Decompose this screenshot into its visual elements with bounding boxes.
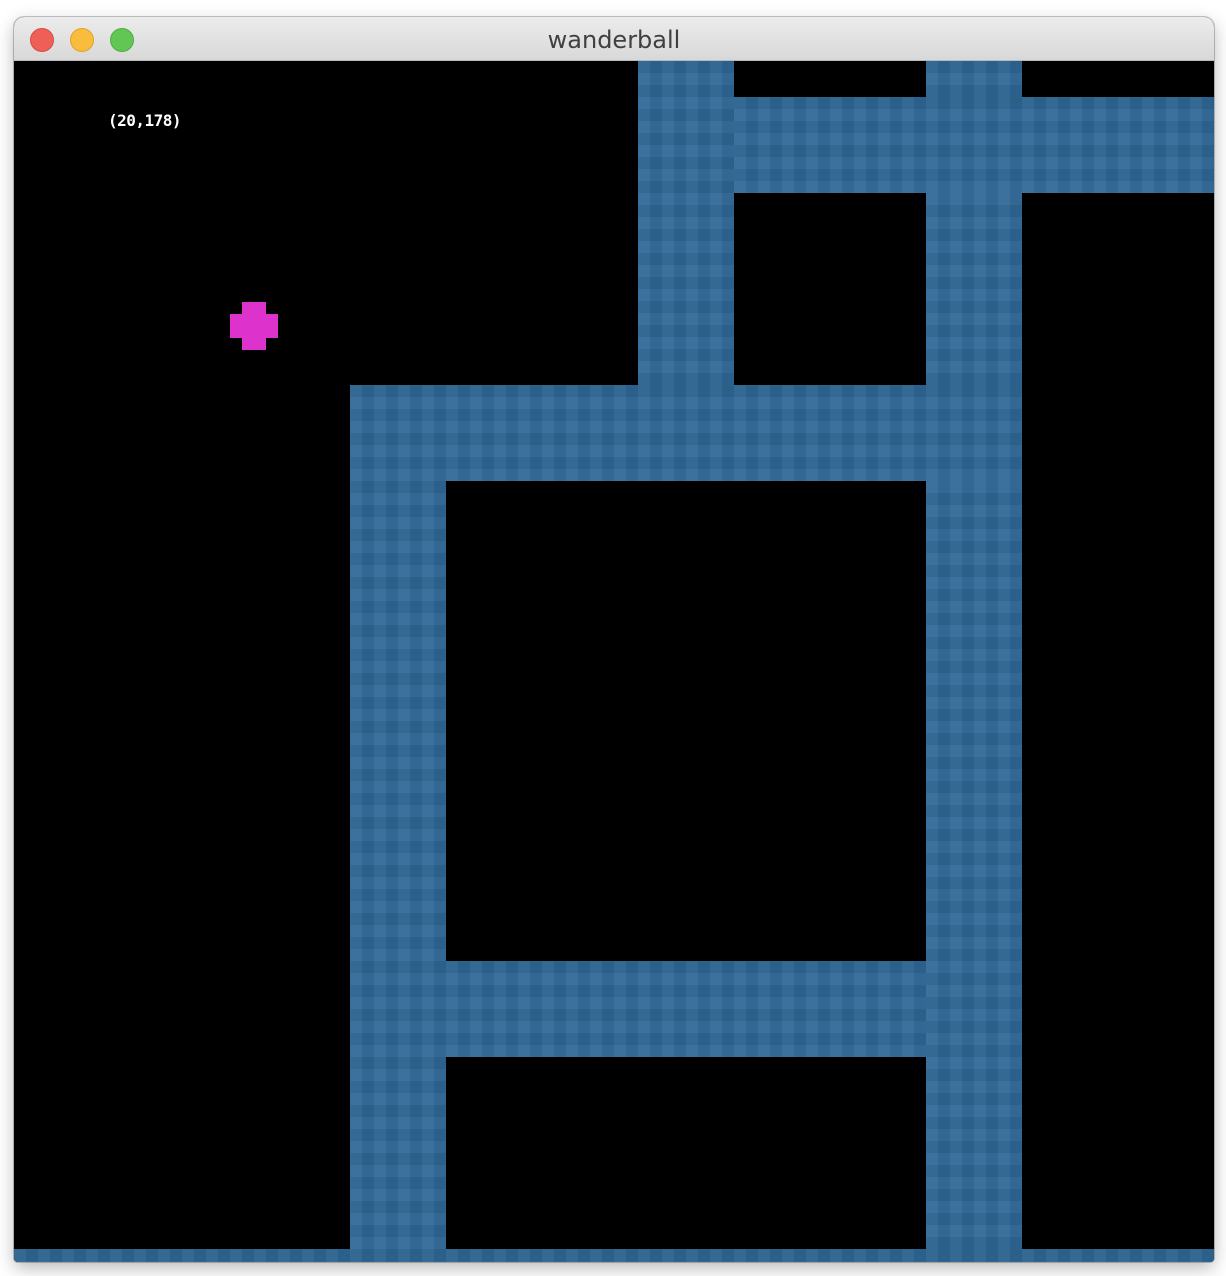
position-readout: (20,178) [108,111,182,130]
player-ball-vertical [242,302,266,350]
maze-wall [14,1249,1214,1262]
maze-wall [734,97,1214,193]
app-window: wanderball (20,178) [14,17,1214,1262]
maze-wall [926,61,1022,1262]
maze-wall [350,481,446,1262]
game-canvas[interactable]: (20,178) [14,61,1214,1262]
title-bar[interactable]: wanderball [14,17,1214,61]
player-ball [230,302,278,350]
maze-wall [446,961,926,1057]
maze-wall [350,385,1022,481]
window-title: wanderball [547,26,681,54]
